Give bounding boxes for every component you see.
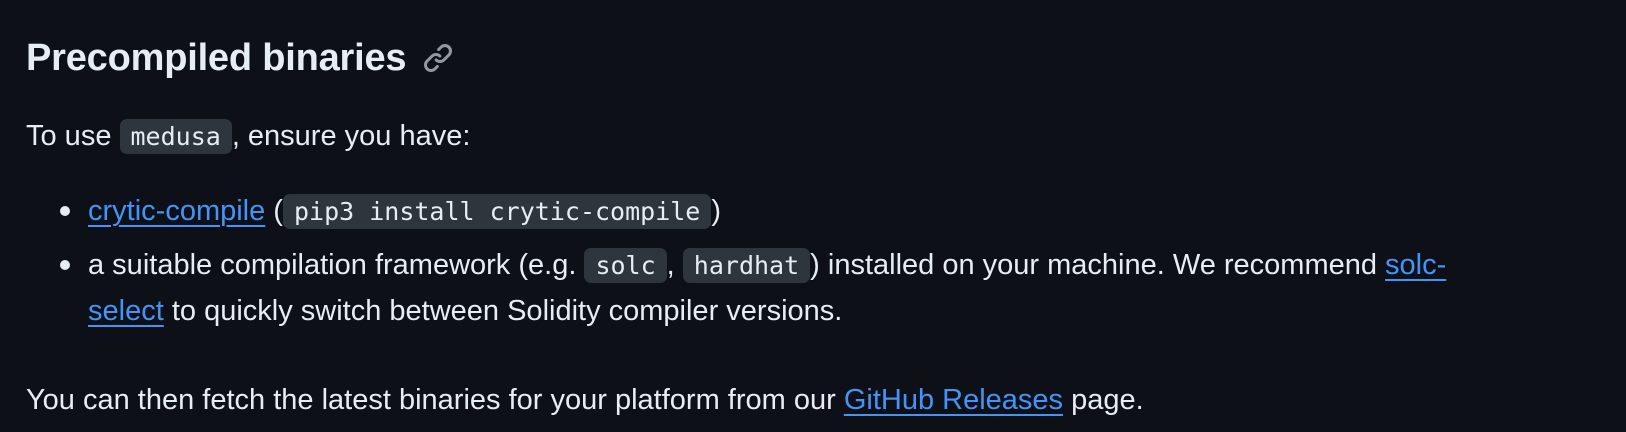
bullet	[60, 206, 70, 216]
intro-paragraph: To use medusa, ensure you have:	[26, 116, 470, 157]
framework-sep: ,	[666, 249, 683, 281]
section-heading: Precompiled binaries	[26, 28, 454, 88]
solc-select-link-continued[interactable]: select	[88, 295, 164, 327]
code-solc: solc	[584, 248, 667, 283]
code-medusa: medusa	[119, 119, 232, 154]
outro-prefix: You can then fetch the latest binaries f…	[26, 384, 844, 416]
intro-suffix: , ensure you have:	[231, 120, 471, 152]
requirements-list: crytic-compile (pip3 install crytic-comp…	[0, 188, 1446, 334]
framework-text-b: ) installed on your machine. We recommen…	[810, 249, 1386, 281]
framework-text-a: a suitable compilation framework (e.g.	[88, 249, 585, 281]
close-paren: )	[711, 195, 722, 227]
solc-select-link[interactable]: solc-	[1385, 249, 1446, 281]
github-releases-link[interactable]: GitHub Releases	[844, 384, 1063, 416]
list-item-crytic-compile: crytic-compile (pip3 install crytic-comp…	[0, 188, 1446, 234]
code-pip-install: pip3 install crytic-compile	[282, 194, 712, 229]
outro-paragraph: You can then fetch the latest binaries f…	[26, 380, 1144, 420]
readme-section: Precompiled binaries To use medusa, ensu…	[0, 0, 1626, 432]
framework-text-c: to quickly switch between Solidity compi…	[163, 295, 843, 327]
outro-suffix: page.	[1063, 384, 1144, 416]
link-icon[interactable]	[422, 42, 454, 74]
crytic-compile-link[interactable]: crytic-compile	[88, 195, 265, 227]
bullet	[60, 260, 70, 270]
list-item-framework: a suitable compilation framework (e.g. s…	[0, 242, 1446, 334]
code-hardhat: hardhat	[682, 248, 811, 283]
intro-prefix: To use	[26, 120, 120, 152]
heading-title: Precompiled binaries	[26, 37, 407, 79]
open-paren: (	[265, 195, 283, 227]
